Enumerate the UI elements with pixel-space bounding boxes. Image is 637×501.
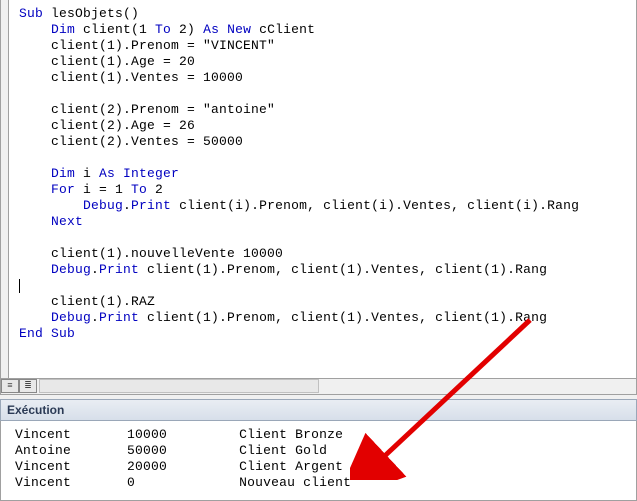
kw-debug: Debug <box>19 262 91 277</box>
horizontal-scrollbar[interactable] <box>39 379 319 393</box>
output-cell: 0 <box>127 475 135 490</box>
output-cell: Nouveau client <box>239 475 351 490</box>
lines-icon: ≣ <box>24 381 32 391</box>
text-cursor <box>19 279 20 293</box>
kw-to: To <box>155 22 171 37</box>
kw-print: Print <box>131 198 171 213</box>
output-cell: 50000 <box>127 443 167 458</box>
kw-to: To <box>131 182 147 197</box>
code-text: client(2).Ventes = 50000 <box>19 134 243 149</box>
kw-print: Print <box>99 310 139 325</box>
output-cell: 20000 <box>127 459 167 474</box>
kw-print: Print <box>99 262 139 277</box>
kw-sub: Sub <box>19 6 43 21</box>
output-cell: 10000 <box>127 427 167 442</box>
kw-debug: Debug <box>19 198 123 213</box>
code-text: i <box>75 166 99 181</box>
code-text: client(2).Age = 26 <box>19 118 195 133</box>
full-module-view-button[interactable]: ≣ <box>19 379 37 393</box>
code-text: i = 1 <box>75 182 131 197</box>
code-text: lesObjets() <box>43 6 139 21</box>
code-text: 2 <box>147 182 163 197</box>
code-text: client(1).Age = 20 <box>19 54 195 69</box>
kw-asnew: As New <box>203 22 251 37</box>
code-text <box>19 150 51 165</box>
code-content[interactable]: Sub lesObjets() Dim client(1 To 2) As Ne… <box>1 0 636 342</box>
kw-dim: Dim <box>19 22 75 37</box>
code-text: client(1 <box>75 22 155 37</box>
immediate-window-title: Exécution <box>0 399 637 421</box>
code-text: . <box>91 310 99 325</box>
kw-dim: Dim <box>19 166 75 181</box>
output-cell: Vincent <box>15 475 71 490</box>
output-cell: Vincent <box>15 427 71 442</box>
procedure-view-button[interactable]: ≡ <box>1 379 19 393</box>
output-cell: Client Argent <box>239 459 343 474</box>
output-cell: Client Bronze <box>239 427 343 442</box>
code-text: client(2).Prenom = "antoine" <box>19 102 275 117</box>
code-text: . <box>91 262 99 277</box>
code-text: . <box>123 198 131 213</box>
output-cell: Antoine <box>15 443 71 458</box>
code-margin <box>1 0 9 394</box>
code-text: cClient <box>251 22 315 37</box>
code-text: client(1).Prenom = "VINCENT" <box>19 38 275 53</box>
code-text <box>19 86 51 101</box>
code-text: client(1).Prenom, client(1).Ventes, clie… <box>139 262 547 277</box>
code-editor-pane[interactable]: Sub lesObjets() Dim client(1 To 2) As Ne… <box>0 0 637 395</box>
kw-next: Next <box>19 214 83 229</box>
code-text <box>19 230 51 245</box>
code-text: client(1).nouvelleVente 10000 <box>19 246 283 261</box>
kw-asint: As Integer <box>99 166 179 181</box>
code-text: client(1).Prenom, client(1).Ventes, clie… <box>139 310 547 325</box>
output-cell: Client Gold <box>239 443 327 458</box>
output-cell: Vincent <box>15 459 71 474</box>
code-text: client(1).Ventes = 10000 <box>19 70 243 85</box>
code-text: client(1).RAZ <box>19 294 155 309</box>
kw-debug: Debug <box>19 310 91 325</box>
immediate-window[interactable]: Vincent 10000 Client Bronze Antoine 5000… <box>0 421 637 501</box>
code-text: 2) <box>171 22 203 37</box>
lines-icon: ≡ <box>7 381 12 391</box>
kw-endsub: End Sub <box>19 326 75 341</box>
view-buttons-bar: ≡ ≣ <box>1 378 636 394</box>
code-text: client(i).Prenom, client(i).Ventes, clie… <box>171 198 579 213</box>
kw-for: For <box>19 182 75 197</box>
